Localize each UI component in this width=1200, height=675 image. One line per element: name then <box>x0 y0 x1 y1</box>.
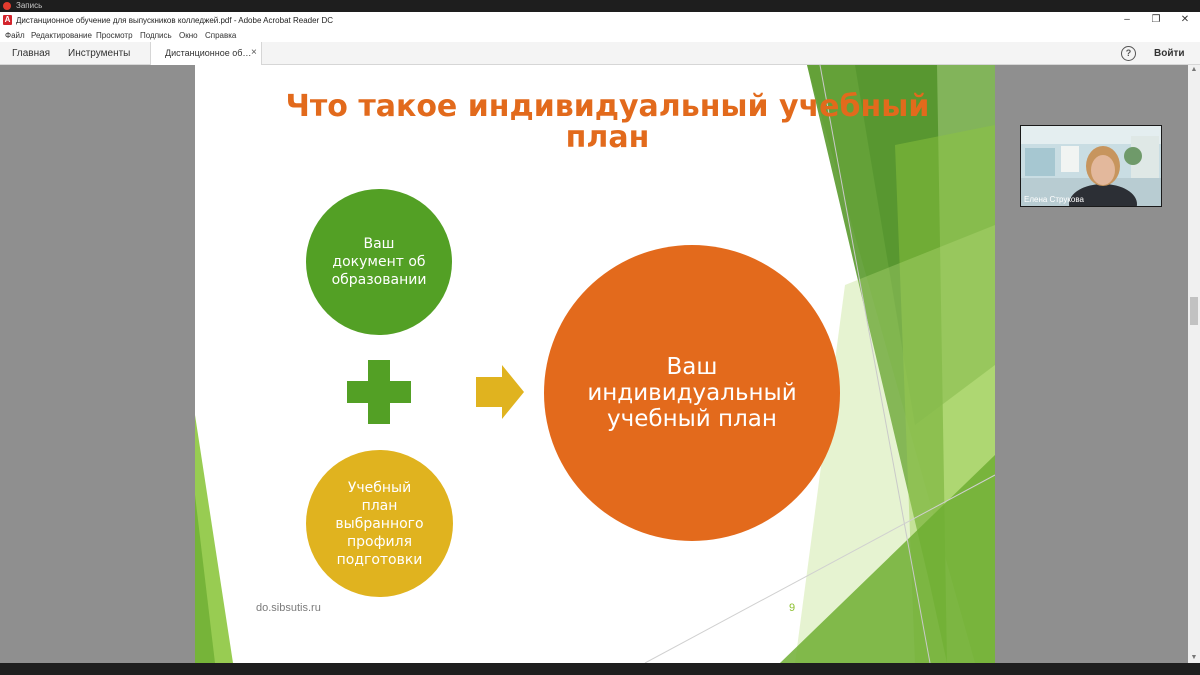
scrollbar-thumb[interactable] <box>1190 297 1198 325</box>
menu-window[interactable]: Окно <box>179 29 198 42</box>
minimize-button[interactable]: – <box>1113 12 1141 29</box>
scroll-down-icon[interactable]: ▼ <box>1190 654 1198 662</box>
tab-home[interactable]: Главная <box>12 42 50 65</box>
curriculum-circle: Учебный план выбранного профиля подготов… <box>306 450 453 597</box>
tab-document[interactable]: Дистанционное об… × <box>150 42 262 65</box>
bottom-bar <box>0 663 1200 675</box>
menu-view[interactable]: Просмотр <box>96 29 133 42</box>
education-document-circle: Ваш документ об образовании <box>306 189 452 335</box>
circle-curr-line-1: Учебный <box>347 479 412 496</box>
participant-name: Елена Струкова <box>1024 195 1084 204</box>
tab-tools[interactable]: Инструменты <box>68 42 130 65</box>
restore-button[interactable]: ❐ <box>1142 12 1170 29</box>
slide-title: Что такое индивидуальный учебный план <box>265 91 950 153</box>
acrobat-icon: A <box>3 15 12 25</box>
circle-result-line-1: Ваш <box>666 354 718 380</box>
circle-curr-line-4: профиля <box>346 533 413 550</box>
recording-bar: Запись <box>0 0 1200 12</box>
circle-doc-line-3: образовании <box>331 272 427 288</box>
scroll-up-icon[interactable]: ▲ <box>1190 66 1198 74</box>
tab-bar: Главная Инструменты Дистанционное об… × <box>0 42 1200 65</box>
arrow-right-icon <box>476 365 524 419</box>
tab-document-label: Дистанционное об… <box>165 48 252 58</box>
circle-curr-line-5: подготовки <box>336 551 423 568</box>
menu-file[interactable]: Файл <box>5 29 25 42</box>
slide-page-number: 9 <box>789 602 796 614</box>
circle-result-line-3: учебный план <box>607 406 777 432</box>
help-icon[interactable]: ? <box>1121 46 1136 61</box>
individual-plan-circle: Ваш индивидуальный учебный план <box>544 245 840 541</box>
menu-edit[interactable]: Редактирование <box>31 29 92 42</box>
pdf-page: Что такое индивидуальный учебный план Ва… <box>195 65 995 663</box>
slide-title-line-2: план <box>565 120 650 155</box>
menu-help[interactable]: Справка <box>205 29 236 42</box>
recording-icon <box>3 2 11 10</box>
close-window-button[interactable]: ✕ <box>1171 12 1199 29</box>
recording-label: Запись <box>16 1 43 10</box>
menu-sign[interactable]: Подпись <box>140 29 172 42</box>
close-tab-icon[interactable]: × <box>251 42 257 64</box>
slide-title-line-1: Что такое индивидуальный учебный <box>285 89 930 124</box>
webcam-overlay[interactable]: Елена Струкова <box>1020 125 1162 207</box>
window-title: Дистанционное обучение для выпускников к… <box>16 16 333 25</box>
circle-doc-line-1: Ваш <box>363 236 395 252</box>
vertical-scrollbar[interactable] <box>1188 65 1200 663</box>
circle-curr-line-3: выбранного <box>335 515 424 532</box>
title-bar: A Дистанционное обучение для выпускников… <box>0 12 1200 29</box>
signin-button[interactable]: Войти <box>1154 42 1185 65</box>
circle-doc-line-2: документ об <box>332 254 426 270</box>
circle-curr-line-2: план <box>361 497 398 514</box>
footer-url: do.sibsutis.ru <box>256 602 321 614</box>
circle-result-line-2: индивидуальный <box>587 380 797 406</box>
menu-bar: Файл Редактирование Просмотр Подпись Окн… <box>0 29 1200 42</box>
plus-icon <box>347 360 411 424</box>
